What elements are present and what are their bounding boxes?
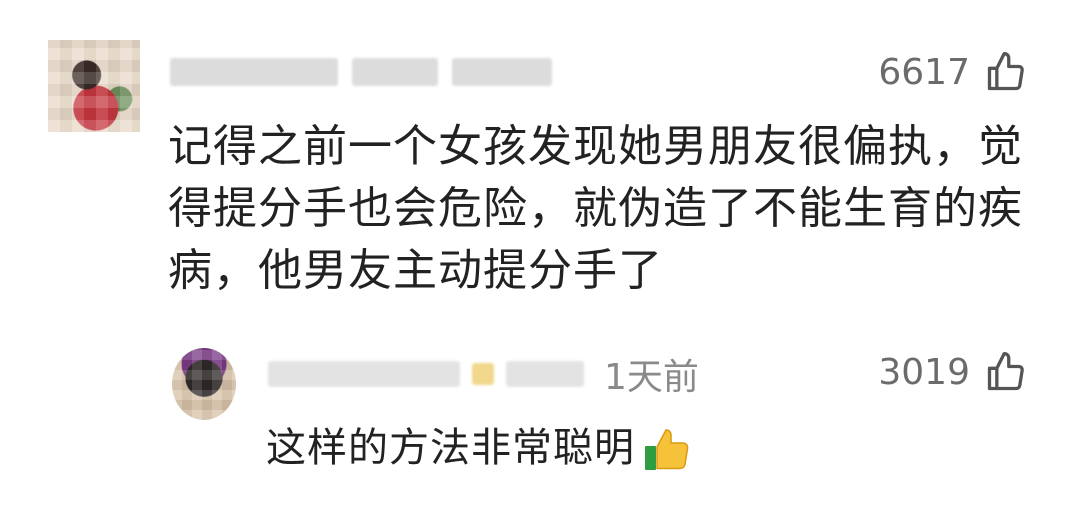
replier-name-redacted[interactable]: [268, 361, 460, 387]
replier-location-redacted: [506, 361, 584, 387]
reply-like-count: 3019: [878, 351, 970, 393]
thumbs-up-outline-icon[interactable]: [984, 350, 1028, 394]
main-comment-text: 记得之前一个女孩发现她男朋友很偏执，觉得提分手也会危险，就伪造了不能生育的疾病，…: [168, 121, 1023, 296]
commenter-location-redacted: [352, 58, 438, 86]
replier-avatar[interactable]: [172, 348, 236, 420]
reply-like-button[interactable]: 3019: [878, 350, 1028, 394]
reply-comment-row: 这样的方法非常聪明: [266, 420, 693, 476]
replier-info-row: 1天前: [268, 352, 699, 398]
replier-badge-redacted: [472, 363, 494, 385]
main-like-button[interactable]: 6617: [878, 50, 1028, 94]
reply-time: 1天前: [604, 357, 699, 398]
thumbs-up-emoji-icon: [645, 429, 689, 470]
reply-comment-text: 这样的方法非常聪明: [266, 425, 635, 471]
commenter-avatar[interactable]: [48, 40, 140, 132]
main-like-count: 6617: [878, 51, 970, 93]
commenter-info-row: [170, 52, 552, 92]
commenter-name-redacted[interactable]: [170, 58, 338, 86]
thumbs-up-outline-icon[interactable]: [984, 50, 1028, 94]
comment-time-redacted: [452, 58, 552, 86]
